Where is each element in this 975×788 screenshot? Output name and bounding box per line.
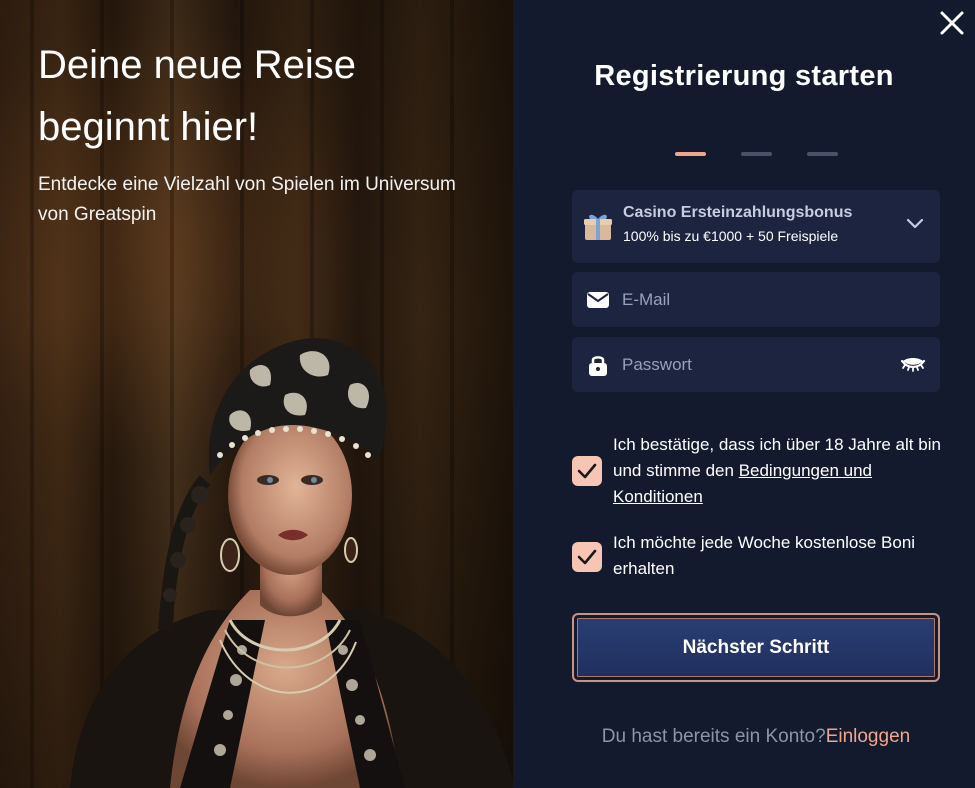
step-2-indicator <box>741 152 772 156</box>
bonus-description: 100% bis zu €1000 + 50 Freispiele <box>623 228 839 244</box>
login-link[interactable]: Einloggen <box>826 726 911 747</box>
hero-title: Deine neue Reise beginnt hier! <box>38 43 356 149</box>
registration-form-panel: Registrierung starten Casino Ersteinzahl… <box>513 0 975 788</box>
checkmark-icon <box>577 463 597 479</box>
lock-icon <box>589 356 607 376</box>
newsletter-label: Ich möchte jede Woche kostenlose Boni er… <box>613 533 916 578</box>
terms-checkbox[interactable] <box>572 456 602 486</box>
registration-modal: Deine neue Reise beginnt hier! Entdecke … <box>0 0 975 788</box>
bonus-select[interactable]: Casino Ersteinzahlungsbonus 100% bis zu … <box>572 190 940 263</box>
bonus-title: Casino Ersteinzahlungsbonus <box>623 204 853 221</box>
next-step-button[interactable]: Nächster Schritt <box>572 613 940 682</box>
form-title: Registrierung starten <box>594 60 894 92</box>
terms-label: Ich bestätige, dass ich über 18 Jahre al… <box>613 432 943 510</box>
step-indicator <box>675 152 838 156</box>
terms-checkbox-row: Ich bestätige, dass ich über 18 Jahre al… <box>572 432 942 512</box>
login-prompt-text: Du hast bereits ein Konto? <box>601 726 826 747</box>
checkmark-icon <box>577 549 597 565</box>
hero-woman-illustration <box>70 338 513 788</box>
password-input[interactable] <box>622 337 882 392</box>
email-input[interactable] <box>622 272 882 327</box>
hero-subtitle: Entdecke eine Vielzahl von Spielen im Un… <box>38 174 456 225</box>
mail-icon <box>587 292 609 308</box>
newsletter-checkbox-row: Ich möchte jede Woche kostenlose Boni er… <box>572 530 942 586</box>
chevron-down-icon[interactable] <box>906 218 924 230</box>
password-field-container <box>572 337 940 392</box>
gift-icon <box>584 214 612 240</box>
step-1-indicator <box>675 152 706 156</box>
hero-panel: Deine neue Reise beginnt hier! Entdecke … <box>0 0 513 788</box>
login-prompt-line: Du hast bereits ein Konto?Einloggen <box>513 726 975 748</box>
eye-closed-icon[interactable] <box>900 355 926 375</box>
step-3-indicator <box>807 152 838 156</box>
newsletter-checkbox[interactable] <box>572 542 602 572</box>
email-field-container <box>572 272 940 327</box>
close-icon[interactable] <box>937 8 967 38</box>
